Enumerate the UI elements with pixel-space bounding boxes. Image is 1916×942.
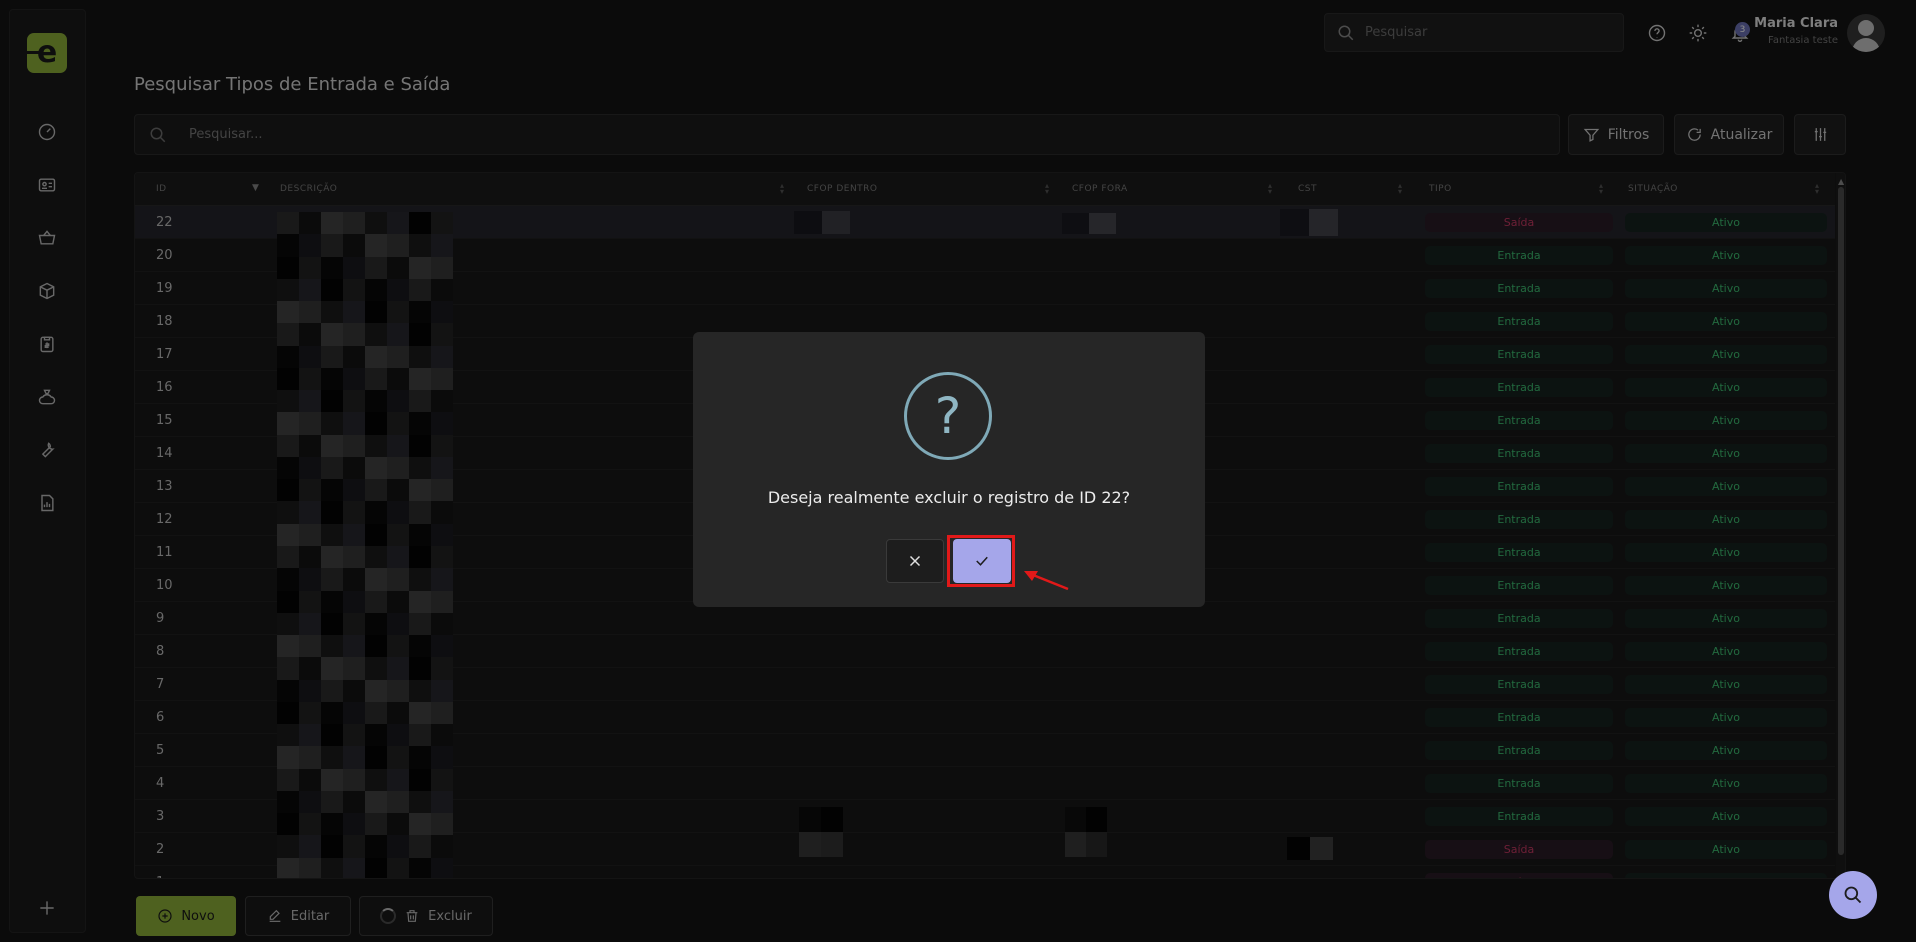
highlight-box	[947, 535, 1015, 587]
pointer-arrow-icon	[1024, 571, 1069, 591]
floating-search-button[interactable]	[1829, 871, 1877, 919]
question-circle-icon: ?	[904, 372, 992, 460]
app-root: e Pesquisar 3 Maria Clara Fantasia teste…	[0, 0, 1916, 942]
dialog-message: Deseja realmente excluir o registro de I…	[767, 488, 1131, 507]
search-icon	[1844, 886, 1862, 904]
close-icon	[909, 555, 921, 567]
cancel-button[interactable]	[886, 539, 944, 583]
